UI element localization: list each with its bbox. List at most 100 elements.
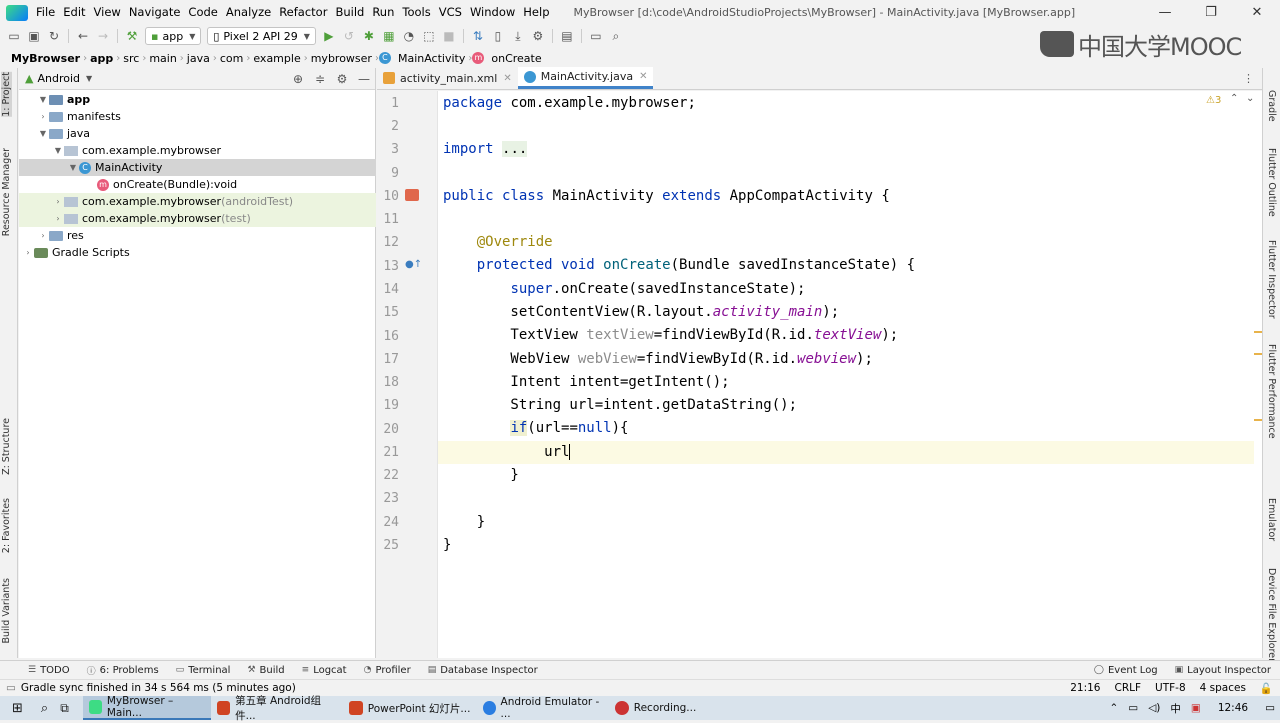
task-view-icon[interactable]: ⧉ xyxy=(54,696,75,720)
sync-icon[interactable]: ↻ xyxy=(44,27,64,45)
windows-start-icon[interactable]: ⊞ xyxy=(0,696,35,720)
chevron-up-icon[interactable]: ⌃ xyxy=(1230,93,1238,104)
coverage-icon[interactable]: ▦ xyxy=(379,27,399,45)
search-icon[interactable]: ⌕ xyxy=(35,696,54,720)
project-structure-icon[interactable]: ▤ xyxy=(557,27,577,45)
tool-flutter-inspector[interactable]: Flutter Inspector xyxy=(1266,240,1277,319)
lock-icon[interactable]: 🔓 xyxy=(1253,682,1280,695)
menu-file[interactable]: File xyxy=(32,0,59,25)
notification-icon[interactable]: ▭ xyxy=(1260,702,1280,714)
stop-icon[interactable]: ■ xyxy=(439,27,459,45)
tool-todo[interactable]: ☰ TODO xyxy=(20,665,79,676)
taskbar-ppt-chapter[interactable]: 第五章 Android组件... xyxy=(211,695,343,722)
ime-indicator[interactable]: 中 xyxy=(1165,701,1186,716)
back-icon[interactable]: ← xyxy=(73,27,93,45)
crumb-src[interactable]: src xyxy=(120,52,142,65)
tool-layout-inspector[interactable]: ▣ Layout Inspector xyxy=(1167,665,1280,676)
open-folder-icon[interactable]: ▭ xyxy=(4,27,24,45)
taskbar-android-studio[interactable]: MyBrowser – Main... xyxy=(82,695,211,720)
run-config-dropdown[interactable]: ▪ app ▼ xyxy=(145,27,202,45)
tab-list-icon[interactable]: ⋮ xyxy=(1235,72,1262,89)
tree-item-package-test[interactable]: › com.example.mybrowser (test) xyxy=(19,210,376,227)
make-project-icon[interactable]: ⚒ xyxy=(122,27,142,45)
tool-emulator[interactable]: Emulator xyxy=(1266,498,1277,541)
tab-mainactivity-java[interactable]: MainActivity.java ✕ xyxy=(517,67,654,89)
save-icon[interactable]: ▣ xyxy=(24,27,44,45)
menu-window[interactable]: Window xyxy=(466,0,519,25)
menu-code[interactable]: Code xyxy=(184,0,221,25)
gradle-sync-icon[interactable]: ⇅ xyxy=(468,27,488,45)
tree-item-java[interactable]: ▼ java xyxy=(19,125,376,142)
menu-navigate[interactable]: Navigate xyxy=(125,0,185,25)
tool-flutter-performance[interactable]: Flutter Performance xyxy=(1266,344,1277,439)
tool-flutter-outline[interactable]: Flutter Outline xyxy=(1266,148,1277,217)
menu-tools[interactable]: Tools xyxy=(398,0,434,25)
warning-indicator[interactable]: ⚠3 xyxy=(1206,95,1221,106)
tab-activity-main-xml[interactable]: activity_main.xml ✕ xyxy=(377,67,518,89)
override-gutter-icon[interactable]: ●↑ xyxy=(405,259,422,270)
debug-icon[interactable]: ✱ xyxy=(359,27,379,45)
tree-item-res[interactable]: › res xyxy=(19,227,376,244)
attach-debugger-icon[interactable]: ⬚ xyxy=(419,27,439,45)
indent-setting[interactable]: 4 spaces xyxy=(1193,682,1253,695)
menu-build[interactable]: Build xyxy=(331,0,368,25)
app-tray-icon[interactable]: ▣ xyxy=(1186,702,1206,714)
file-encoding[interactable]: UTF-8 xyxy=(1148,682,1193,695)
forward-icon[interactable]: → xyxy=(93,27,113,45)
tree-item-gradle-scripts[interactable]: › Gradle Scripts xyxy=(19,244,376,261)
tool-event-log[interactable]: ◯ Event Log xyxy=(1086,665,1167,676)
tool-problems[interactable]: ⓘ 6: Problems xyxy=(79,664,168,677)
crumb-method[interactable]: onCreate xyxy=(488,52,544,65)
crumb-class[interactable]: MainActivity xyxy=(395,52,468,65)
tree-item-app[interactable]: ▼ app xyxy=(19,91,376,108)
crumb-example[interactable]: example xyxy=(250,52,303,65)
rerun-icon[interactable]: ↺ xyxy=(339,27,359,45)
tool-database-inspector[interactable]: ▤ Database Inspector xyxy=(420,665,547,676)
sdk-manager-icon[interactable]: ⤓ xyxy=(508,27,528,45)
code-editor[interactable]: package com.example.mybrowser; import ..… xyxy=(437,91,1255,658)
taskbar-recording[interactable]: Recording... xyxy=(609,696,709,720)
project-view-mode[interactable]: Android xyxy=(37,72,80,85)
tree-item-package-androidtest[interactable]: › com.example.mybrowser (androidTest) xyxy=(19,193,376,210)
device-dropdown[interactable]: ▯ Pixel 2 API 29 ▼ xyxy=(207,27,316,45)
editor-scrollbar[interactable] xyxy=(1254,91,1262,658)
close-tab-icon[interactable]: ✕ xyxy=(639,71,647,82)
tool-favorites[interactable]: 2: Favorites xyxy=(1,498,12,553)
activity-gutter-icon[interactable] xyxy=(405,189,419,201)
chevron-down-icon[interactable]: ▼ xyxy=(86,74,92,83)
line-separator[interactable]: CRLF xyxy=(1107,682,1148,695)
close-icon[interactable]: ✕ xyxy=(1234,5,1280,20)
volume-icon[interactable]: ◁) xyxy=(1143,702,1165,714)
crumb-main[interactable]: main xyxy=(146,52,179,65)
network-icon[interactable]: ▭ xyxy=(1123,702,1143,714)
taskbar-android-emulator[interactable]: Android Emulator - ... xyxy=(477,696,609,720)
tree-item-mainactivity[interactable]: ▼ C MainActivity xyxy=(19,159,376,176)
hide-icon[interactable]: — xyxy=(353,72,375,86)
collapse-all-icon[interactable]: ≑ xyxy=(309,72,331,86)
search-icon[interactable]: ⌕ xyxy=(606,27,626,45)
tool-profiler[interactable]: ◔ Profiler xyxy=(356,665,420,676)
menu-vcs[interactable]: VCS xyxy=(435,0,466,25)
layout-inspector-icon[interactable]: ⚙ xyxy=(528,27,548,45)
gear-icon[interactable]: ⚙ xyxy=(331,72,353,86)
crumb-project[interactable]: MyBrowser xyxy=(8,52,83,65)
tree-item-package[interactable]: ▼ com.example.mybrowser xyxy=(19,142,376,159)
tree-item-manifests[interactable]: › manifests xyxy=(19,108,376,125)
crumb-package[interactable]: mybrowser xyxy=(308,52,375,65)
chevron-up-icon[interactable]: ⌃ xyxy=(1104,702,1123,714)
tool-resource-manager[interactable]: Resource Manager xyxy=(1,148,12,236)
profile-icon[interactable]: ◔ xyxy=(399,27,419,45)
avd-manager-icon[interactable]: ▯ xyxy=(488,27,508,45)
menu-analyze[interactable]: Analyze xyxy=(222,0,275,25)
minimize-icon[interactable]: — xyxy=(1142,5,1188,20)
menu-run[interactable]: Run xyxy=(368,0,398,25)
tool-project[interactable]: 1: Project xyxy=(1,72,12,117)
tool-terminal[interactable]: ▭ Terminal xyxy=(168,665,240,676)
crumb-java[interactable]: java xyxy=(184,52,213,65)
menu-refactor[interactable]: Refactor xyxy=(275,0,331,25)
menu-view[interactable]: View xyxy=(90,0,125,25)
tool-device-file-explorer[interactable]: Device File Explorer xyxy=(1266,568,1277,662)
tool-build[interactable]: ⚒ Build xyxy=(239,665,293,676)
restore-icon[interactable]: ❐ xyxy=(1188,5,1234,20)
menu-edit[interactable]: Edit xyxy=(59,0,89,25)
